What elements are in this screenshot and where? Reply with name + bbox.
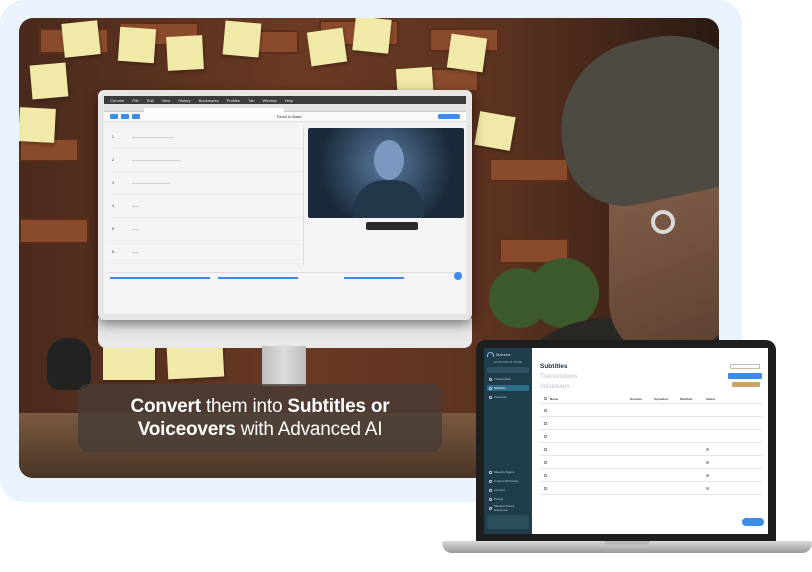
maestra-logo-icon — [487, 352, 494, 357]
menu-item[interactable]: Help — [285, 98, 293, 103]
search-input[interactable] — [730, 364, 760, 369]
caption-line-1: Convert them into Subtitles or — [130, 396, 390, 417]
menu-item[interactable]: Window — [262, 98, 276, 103]
table-row[interactable] — [540, 443, 762, 456]
row-checkbox[interactable] — [543, 460, 547, 464]
row-checkbox[interactable] — [543, 473, 547, 477]
segment-row[interactable]: 4 —— — [108, 195, 303, 218]
account-icon — [489, 488, 492, 492]
type-subtitles[interactable]: Subtitles — [540, 362, 577, 372]
files-table: Name Duration Uploaded Modified Status — [540, 394, 762, 495]
type-transcriptions[interactable]: Transcriptions — [540, 372, 577, 382]
video-controls[interactable] — [366, 222, 418, 230]
voiceover-icon — [489, 395, 492, 399]
segment-row[interactable]: 6 —— — [108, 241, 303, 264]
table-row[interactable] — [540, 456, 762, 469]
segment-row[interactable]: 5 —— — [108, 218, 303, 241]
floating-action-button[interactable] — [742, 518, 764, 526]
caption-line-2: Voiceovers with Advanced AI — [137, 419, 383, 440]
toolbar-button[interactable] — [132, 114, 140, 119]
laptop-screen: Maestra WORKSPACE NAME Transcription Sub… — [484, 348, 768, 534]
menu-item[interactable]: Profiles — [227, 98, 240, 103]
sidebar-promo-card[interactable] — [487, 515, 529, 529]
segment-row[interactable]: 2 —————————————— — [108, 149, 303, 172]
menu-item[interactable]: View — [162, 98, 171, 103]
table-row[interactable] — [540, 404, 762, 417]
app-main: Subtitles Transcriptions Voiceovers Name… — [534, 348, 768, 534]
teams-icon — [489, 470, 492, 474]
promo-graphic: Chrome File Edit View History Bookmarks … — [0, 0, 812, 572]
desktop-monitor: Chrome File Edit View History Bookmarks … — [98, 90, 472, 320]
toolbar-button[interactable] — [110, 114, 118, 119]
editor-title: Touch to Bake — [276, 114, 302, 119]
sidebar-item-transcription[interactable]: Transcription — [487, 376, 529, 382]
sidebar-item-teams[interactable]: Maestra Teams — [487, 469, 529, 475]
browser-url-bar[interactable] — [104, 104, 466, 113]
sidebar-item-enterprise[interactable]: Maestra Teams Enterprise — [487, 504, 529, 512]
app-logo[interactable]: Maestra — [487, 352, 529, 357]
workspace-select[interactable] — [487, 367, 529, 373]
row-checkbox[interactable] — [543, 408, 547, 412]
table-row[interactable] — [540, 469, 762, 482]
enterprise-icon — [489, 506, 492, 510]
menu-item[interactable]: Chrome — [110, 98, 124, 103]
sidebar-item-pricing[interactable]: Pricing — [487, 496, 529, 502]
workspace-label: WORKSPACE NAME — [493, 360, 523, 364]
select-all-checkbox[interactable] — [543, 397, 547, 400]
status-icon — [706, 486, 709, 490]
sidebar-item-dictionary[interactable]: Custom Dictionary — [487, 478, 529, 484]
timeline-action-button[interactable] — [454, 272, 462, 280]
status-icon — [706, 460, 709, 464]
row-checkbox[interactable] — [543, 434, 547, 438]
pricing-icon — [489, 497, 492, 501]
earring — [651, 210, 675, 234]
monitor-chin — [98, 318, 472, 348]
menu-item[interactable]: History — [178, 98, 190, 103]
status-icon — [706, 473, 709, 477]
subtitles-icon — [489, 386, 492, 390]
monitor-stand — [262, 346, 306, 386]
caption-box: Convert them into Subtitles or Voiceover… — [78, 384, 442, 452]
segment-list: 1 ———————————— 2 —————————————— 3 —————————… — [108, 126, 304, 266]
menu-item[interactable]: Edit — [147, 98, 154, 103]
type-voiceovers[interactable]: Voiceovers — [540, 382, 577, 392]
export-button[interactable] — [438, 114, 460, 119]
transcription-icon — [489, 377, 492, 381]
table-row[interactable] — [540, 417, 762, 430]
sidebar-item-voiceover[interactable]: Voiceover — [487, 394, 529, 400]
table-row[interactable] — [540, 482, 762, 495]
app-sidebar: Maestra WORKSPACE NAME Transcription Sub… — [484, 348, 532, 534]
menu-item[interactable]: Tab — [248, 98, 254, 103]
sidebar-item-subtitles[interactable]: Subtitles — [487, 385, 529, 391]
add-file-button[interactable] — [728, 373, 762, 379]
timeline[interactable] — [108, 272, 462, 290]
menu-item[interactable]: File — [132, 98, 138, 103]
table-row[interactable] — [540, 430, 762, 443]
segment-row[interactable]: 3 ——————————— — [108, 172, 303, 195]
editor-toolbar: Touch to Bake — [104, 112, 466, 122]
segment-row[interactable]: 1 ———————————— — [108, 126, 303, 149]
type-menu: Subtitles Transcriptions Voiceovers — [540, 362, 577, 392]
row-checkbox[interactable] — [543, 486, 547, 490]
sidebar-item-account[interactable]: Account — [487, 487, 529, 493]
sort-button[interactable] — [732, 382, 760, 387]
video-preview[interactable] — [308, 128, 464, 218]
mac-menubar: Chrome File Edit View History Bookmarks … — [104, 96, 466, 104]
laptop-notch — [604, 541, 650, 545]
toolbar-button[interactable] — [121, 114, 129, 119]
dictionary-icon — [489, 479, 492, 483]
status-icon — [706, 447, 709, 451]
row-checkbox[interactable] — [543, 447, 547, 451]
menu-item[interactable]: Bookmarks — [199, 98, 219, 103]
table-header: Name Duration Uploaded Modified Status — [540, 394, 762, 404]
row-checkbox[interactable] — [543, 421, 547, 425]
